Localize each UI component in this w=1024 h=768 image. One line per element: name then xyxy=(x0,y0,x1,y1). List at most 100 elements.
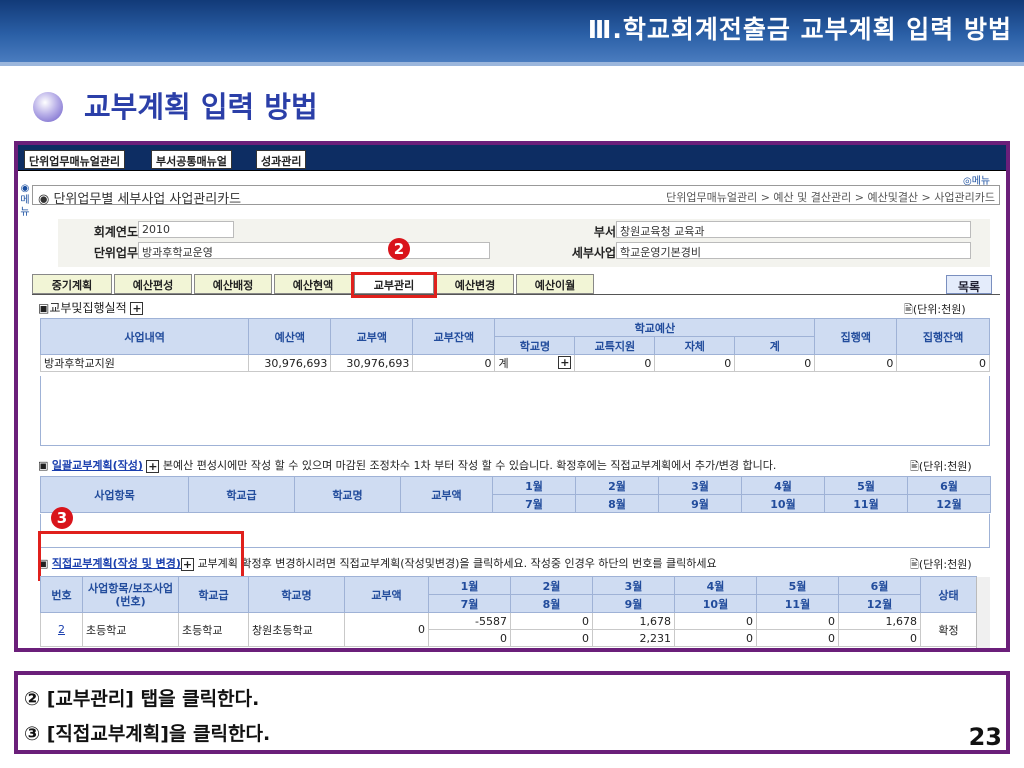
col-month: 7월 xyxy=(492,494,576,513)
side-menu-label: 메뉴 xyxy=(20,195,30,218)
col-school-level: 학교급 xyxy=(178,576,249,613)
tab-budget-allocate[interactable]: 예산배정 xyxy=(194,274,272,294)
col-month: 1월 xyxy=(492,476,576,495)
col-grant-balance: 교부잔액 xyxy=(412,318,496,355)
cell: 1,678 xyxy=(838,612,921,630)
col-executed: 집행액 xyxy=(814,318,898,355)
col-month: 8월 xyxy=(510,594,593,613)
cell: 0 xyxy=(838,629,921,647)
col-grant: 교부액 xyxy=(344,576,429,613)
tab-midterm-plan[interactable]: 중기계획 xyxy=(32,274,112,294)
cell: 30,976,693 xyxy=(248,354,332,372)
cell: 0 xyxy=(510,629,593,647)
tab-budget-compile[interactable]: 예산편성 xyxy=(114,274,192,294)
cell: 0 xyxy=(654,354,736,372)
section1-unit-text: (단위:천원) xyxy=(912,303,966,316)
section2-note: 본예산 편성시에만 작성 할 수 있으며 마감된 조정차수 1차 부터 작성 할… xyxy=(162,459,777,472)
col-self: 자체 xyxy=(654,336,736,355)
col-month: 5월 xyxy=(824,476,908,495)
page-title: ◉ 단위업무별 세부사업 사업관리카드 xyxy=(38,192,242,207)
cell: 0 xyxy=(734,354,816,372)
col-month: 11월 xyxy=(824,494,908,513)
row-number-link[interactable]: 2 xyxy=(58,623,65,636)
breadcrumb: 단위업무매뉴얼관리 > 예산 및 결산관리 > 예산및결산 > 사업관리카드 xyxy=(666,191,995,204)
col-month: 7월 xyxy=(428,594,511,613)
section2-unit: 🖹(단위:천원) xyxy=(910,458,972,477)
cell: 0 xyxy=(756,612,839,630)
detail-field[interactable]: 학교운영기본경비 xyxy=(616,242,971,259)
col-month: 2월 xyxy=(575,476,659,495)
col-number: 번호 xyxy=(40,576,83,613)
section3-unit-text: (단위:천원) xyxy=(918,558,972,571)
tab-budget-current[interactable]: 예산현액 xyxy=(274,274,352,294)
instruction-box: ② [교부관리] 탭을 클릭한다. ③ [직접교부계획]을 클릭한다. 23 xyxy=(14,671,1010,754)
direct-grant-table: 번호 사업항목/보조사업(번호) 학교급 학교명 교부액 1월 2월 3월 4월… xyxy=(40,576,977,647)
year-label: 회계연도 xyxy=(93,225,138,239)
page-titlebar: ◉ 단위업무별 세부사업 사업관리카드 단위업무매뉴얼관리 > 예산 및 결산관… xyxy=(32,185,1000,207)
menu-tab-unit-manual[interactable]: 단위업무매뉴얼관리 xyxy=(24,150,126,169)
section1-header: ▣교부및집행실적 + xyxy=(38,301,144,315)
cell-status: 확정 xyxy=(920,612,977,647)
section3-unit: 🖹(단위:천원) xyxy=(910,556,972,575)
col-item-subsidy: 사업항목/보조사업(번호) xyxy=(82,576,179,613)
col-grant: 교부액 xyxy=(330,318,414,355)
cell: 0 xyxy=(428,629,511,647)
dept-label: 부서 xyxy=(593,225,616,239)
side-menu-toggle[interactable]: ◉ 메뉴 xyxy=(18,183,32,219)
dept-field[interactable]: 창원교육청 교육과 xyxy=(616,221,971,238)
col-business: 사업내역 xyxy=(39,318,250,355)
bulk-grant-plan-link[interactable]: 일괄교부계획(작성) xyxy=(52,459,143,472)
unit-icon: 🖹 xyxy=(910,558,919,571)
cell: 0 xyxy=(510,612,593,630)
highlight-grant-tab xyxy=(351,272,437,298)
detail-label: 세부사업 xyxy=(571,246,616,260)
cell: 0 xyxy=(574,354,656,372)
col-status: 상태 xyxy=(920,576,977,613)
section1-title: 교부및집행실적 xyxy=(49,301,127,315)
section2-header: ▣ 일괄교부계획(작성) + 본예산 편성시에만 작성 할 수 있으며 마감된 … xyxy=(38,459,777,473)
col-school-level: 학교급 xyxy=(188,476,295,513)
row-number-cell: 2 xyxy=(40,612,83,647)
table-scrollbar[interactable] xyxy=(976,577,990,648)
expand-button[interactable]: + xyxy=(558,356,572,369)
section2-add-button[interactable]: + xyxy=(146,459,160,473)
col-school-name: 학교명 xyxy=(294,476,401,513)
menu-tab-dept-manual[interactable]: 부서공통매뉴얼 xyxy=(151,150,232,169)
cell: 1,678 xyxy=(592,612,675,630)
cell: 계 xyxy=(498,357,509,370)
unit-field[interactable]: 방과후학교운영 xyxy=(138,242,490,259)
tab-budget-carryover[interactable]: 예산이월 xyxy=(516,274,594,294)
col-total: 계 xyxy=(734,336,816,355)
col-month: 5월 xyxy=(756,576,839,595)
col-month: 3월 xyxy=(658,476,742,495)
cell: -5587 xyxy=(428,612,511,630)
col-month: 4월 xyxy=(741,476,825,495)
unit-icon: 🖹 xyxy=(904,303,913,316)
col-budget: 예산액 xyxy=(248,318,332,355)
cell: 0 xyxy=(756,629,839,647)
col-month: 9월 xyxy=(592,594,675,613)
step-marker-3: 3 xyxy=(51,507,73,529)
col-month: 12월 xyxy=(838,594,921,613)
table-row: 방과후학교지원 30,976,693 30,976,693 0 계 + 0 0 0… xyxy=(39,354,990,372)
list-button[interactable]: 목록 xyxy=(946,275,992,294)
highlight-direct-grant xyxy=(38,531,244,581)
tab-underline xyxy=(32,294,1000,295)
section1-add-button[interactable]: + xyxy=(130,302,144,315)
col-month: 6월 xyxy=(907,476,991,495)
col-month: 4월 xyxy=(674,576,757,595)
instruction-line-2: ③ [직접교부계획]을 클릭한다. xyxy=(24,723,271,745)
tab-budget-change[interactable]: 예산변경 xyxy=(436,274,514,294)
year-field[interactable]: 2010 xyxy=(138,221,234,238)
cell: 0 xyxy=(674,612,757,630)
cell: 0 xyxy=(344,612,429,647)
grant-exec-table: 사업내역 예산액 교부액 교부잔액 학교예산 집행액 집행잔액 학교명 교특지원… xyxy=(39,318,990,372)
col-month: 6월 xyxy=(838,576,921,595)
cell-school-total: 계 + xyxy=(494,354,576,372)
col-month: 3월 xyxy=(592,576,675,595)
menu-tab-performance[interactable]: 성과관리 xyxy=(256,150,307,169)
col-month: 10월 xyxy=(741,494,825,513)
step-marker-2: 2 xyxy=(388,238,410,260)
cell: 0 xyxy=(412,354,496,372)
col-month: 10월 xyxy=(674,594,757,613)
